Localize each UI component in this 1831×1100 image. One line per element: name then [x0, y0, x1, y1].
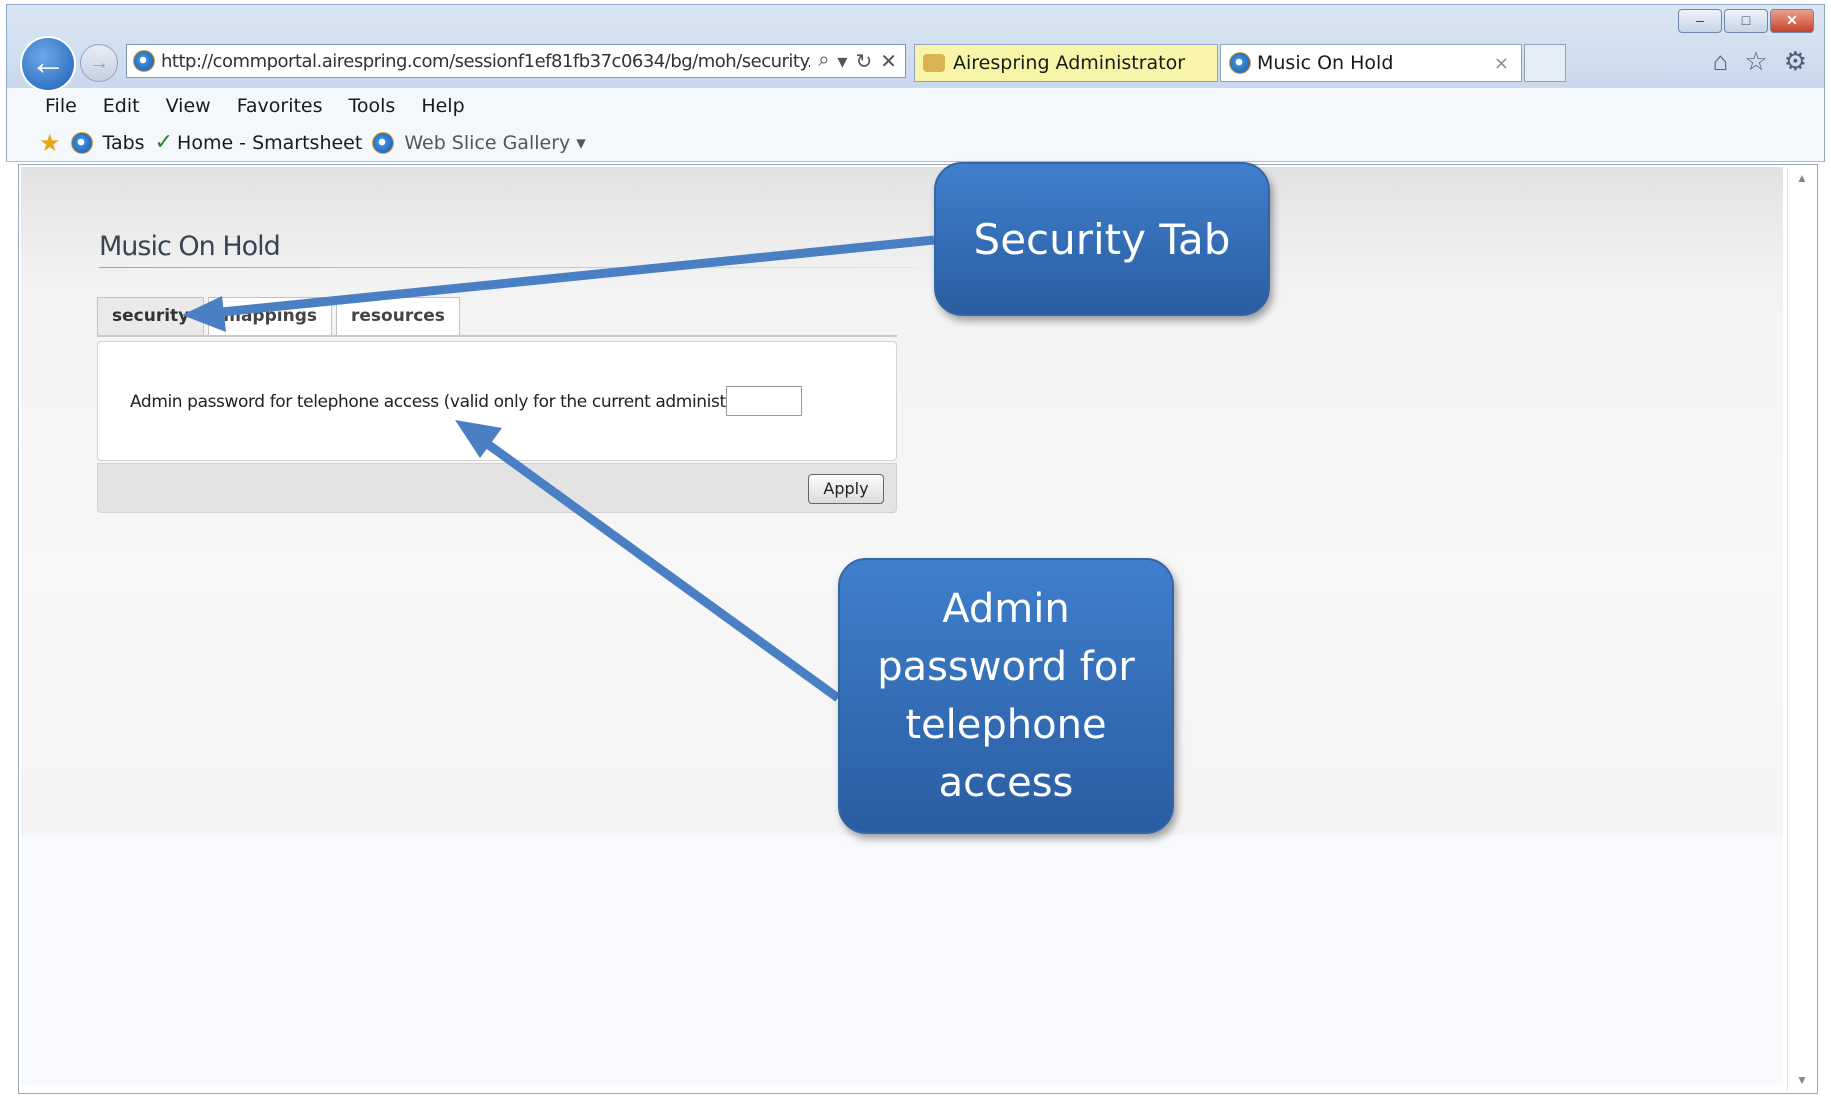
security-form-panel: Admin password for telephone access (val… [97, 341, 897, 461]
browser-window: – □ ✕ ← → http://commportal.airespring.c… [0, 0, 1831, 1100]
password-label: Admin password for telephone access (val… [130, 392, 772, 412]
page-blank-area [21, 835, 1783, 1085]
chevron-down-icon[interactable]: ▾ [837, 49, 847, 74]
favorites-bar: ★ Tabs ✓ Home - Smartsheet Web Slice Gal… [6, 124, 1825, 162]
callout-admin-password: Admin password for telephone access [838, 558, 1174, 834]
ie-page-icon [133, 50, 155, 72]
favorite-label: Home - Smartsheet [177, 131, 363, 154]
form-button-bar: Apply [97, 463, 897, 513]
favorite-label: Web Slice Gallery ▾ [404, 131, 586, 154]
vertical-scrollbar[interactable]: ▲ ▼ [1787, 167, 1815, 1091]
address-actions: ⌕ ▾ ↻ ✕ [810, 49, 905, 74]
phone-icon [923, 54, 945, 72]
maximize-button[interactable]: □ [1724, 9, 1768, 33]
menu-item-view[interactable]: View [166, 95, 211, 117]
callout-security-tab: Security Tab [934, 162, 1270, 316]
browser-tab-music-on-hold[interactable]: Music On Hold × [1220, 44, 1522, 82]
favorite-web-slice-gallery[interactable]: Web Slice Gallery ▾ [372, 131, 586, 154]
home-icon[interactable]: ⌂ [1713, 46, 1729, 77]
tab-divider [97, 335, 897, 337]
close-tab-icon[interactable]: × [1494, 53, 1509, 74]
menu-item-file[interactable]: File [45, 95, 77, 117]
admin-password-input[interactable] [726, 386, 802, 416]
tab-label: Music On Hold [1257, 52, 1394, 74]
menu-item-edit[interactable]: Edit [103, 95, 140, 117]
star-icon[interactable]: ☆ [1744, 46, 1767, 77]
scroll-up-icon[interactable]: ▲ [1796, 171, 1808, 185]
scroll-down-icon[interactable]: ▼ [1796, 1073, 1808, 1087]
close-window-button[interactable]: ✕ [1770, 9, 1814, 33]
favorite-label: Tabs [102, 131, 145, 154]
address-bar[interactable]: http://commportal.airespring.com/session… [126, 44, 906, 78]
apply-button[interactable]: Apply [808, 474, 884, 504]
title-divider [99, 267, 919, 268]
favorite-home-smartsheet[interactable]: ✓ Home - Smartsheet [155, 130, 363, 155]
check-icon: ✓ [154, 130, 174, 155]
browser-tab-airespring-administrator[interactable]: Airespring Administrator [914, 44, 1218, 82]
tab-resources[interactable]: resources [336, 297, 460, 335]
tab-mappings[interactable]: mappings [208, 297, 332, 335]
browser-toolbar-icons: ⌂ ☆ ⚙ [1713, 46, 1807, 77]
favorite-tabs[interactable]: Tabs [70, 131, 145, 154]
search-icon[interactable]: ⌕ [818, 49, 829, 74]
refresh-icon[interactable]: ↻ [855, 49, 872, 74]
menu-bar: File Edit View Favorites Tools Help [6, 88, 1825, 124]
tab-label: Airespring Administrator [953, 52, 1186, 74]
gear-icon[interactable]: ⚙ [1784, 46, 1807, 77]
ie-page-icon [1229, 52, 1251, 74]
ie-page-icon [70, 131, 93, 154]
tab-security[interactable]: security [97, 297, 205, 335]
page-tabs: security mappings resources [97, 297, 460, 335]
stop-icon[interactable]: ✕ [880, 49, 897, 74]
forward-button[interactable]: → [80, 44, 118, 82]
minimize-button[interactable]: – [1678, 9, 1722, 33]
menu-item-favorites[interactable]: Favorites [237, 95, 323, 117]
window-controls: – □ ✕ [1678, 9, 1814, 33]
address-url[interactable]: http://commportal.airespring.com/session… [161, 51, 810, 72]
new-tab-button[interactable] [1524, 44, 1566, 82]
page-title: Music On Hold [99, 231, 281, 262]
ie-page-icon [372, 131, 395, 154]
menu-item-tools[interactable]: Tools [349, 95, 396, 117]
back-button[interactable]: ← [20, 36, 76, 92]
add-favorite-icon[interactable]: ★ [39, 129, 61, 157]
menu-item-help[interactable]: Help [421, 95, 464, 117]
